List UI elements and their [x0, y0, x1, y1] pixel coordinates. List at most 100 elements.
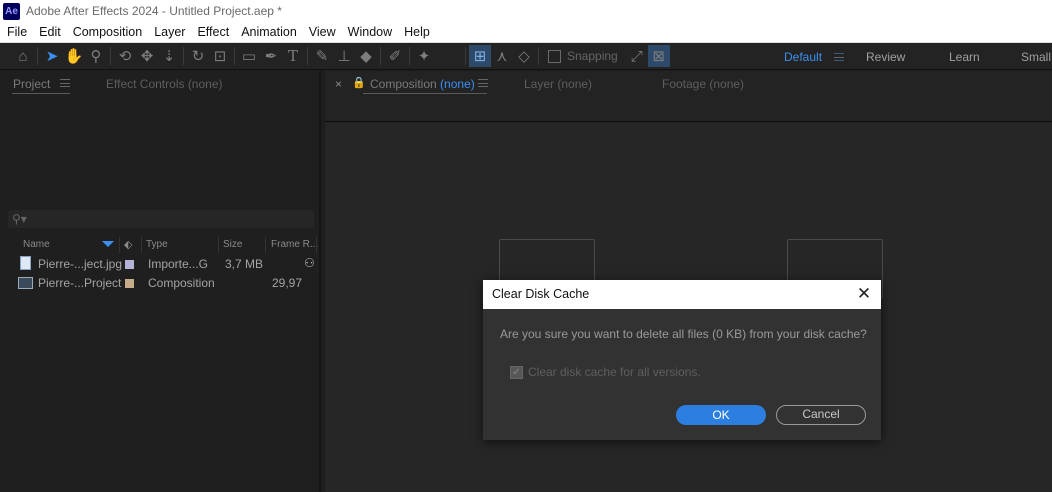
column-divider[interactable]: [141, 237, 142, 253]
menu-window[interactable]: Window: [342, 25, 398, 39]
clone-stamp-tool-icon[interactable]: ⊥: [333, 45, 355, 67]
workspace-menu-icon[interactable]: [834, 53, 844, 61]
item-name: Pierre-...Project: [38, 276, 122, 290]
toolbar-divider: [465, 47, 466, 65]
tab-composition[interactable]: Composition (none): [370, 77, 475, 91]
workspace-review[interactable]: Review: [866, 43, 905, 70]
column-divider[interactable]: [265, 237, 266, 253]
roto-brush-tool-icon[interactable]: ✐: [384, 45, 406, 67]
rectangle-tool-icon[interactable]: ▭: [238, 45, 260, 67]
zoom-tool-icon[interactable]: ⚲: [85, 45, 107, 67]
image-file-icon: [20, 256, 31, 270]
tab-underline: [363, 93, 487, 94]
panel-menu-icon[interactable]: [60, 79, 70, 87]
project-search-input[interactable]: ⚲▾: [8, 210, 314, 228]
toolbar-divider: [380, 47, 381, 65]
column-divider[interactable]: [119, 237, 120, 253]
label-color-swatch[interactable]: [125, 260, 134, 269]
project-item-row[interactable]: Pierre-...ject.jpg Importe...G 3,7 MB ⚇: [14, 255, 318, 274]
tools-toolbar: ⌂ ➤ ✋ ⚲ ⟲ ✥ ⇣ ↻ ⊡ ▭ ✒ T ✎ ⊥ ◆ ✐ ✦ ⊞ ⋏ ◇ …: [0, 43, 1052, 70]
project-panel: Project Effect Controls (none) ⚲▾ Name ⬖…: [0, 71, 321, 492]
anchor-point-tool-icon[interactable]: ⊡: [209, 45, 231, 67]
label-tag-icon[interactable]: ⬖: [124, 238, 132, 251]
tab-effect-controls[interactable]: Effect Controls (none): [106, 77, 223, 91]
close-icon[interactable]: ✕: [856, 285, 872, 302]
selection-tool-icon[interactable]: ➤: [41, 45, 63, 67]
search-icon: ⚲▾: [12, 212, 27, 226]
close-tab-icon[interactable]: ×: [335, 77, 342, 91]
flowchart-icon[interactable]: ⚇: [304, 256, 315, 270]
dolly-camera-icon[interactable]: ⇣: [158, 45, 180, 67]
menu-file[interactable]: File: [0, 25, 33, 39]
column-divider[interactable]: [316, 237, 317, 253]
toolbar-divider: [183, 47, 184, 65]
local-axis-mode-icon[interactable]: ⊞: [469, 45, 491, 67]
pen-tool-icon[interactable]: ✒: [260, 45, 282, 67]
world-axis-mode-icon[interactable]: ⋏: [491, 45, 513, 67]
window-title: Adobe After Effects 2024 - Untitled Proj…: [26, 4, 282, 18]
menu-animation[interactable]: Animation: [235, 25, 303, 39]
sort-arrow-icon[interactable]: [102, 241, 114, 247]
toolbar-divider: [234, 47, 235, 65]
tab-footage[interactable]: Footage (none): [662, 77, 744, 91]
menu-view[interactable]: View: [303, 25, 342, 39]
cancel-button[interactable]: Cancel: [776, 405, 866, 425]
toolbar-divider: [409, 47, 410, 65]
item-name: Pierre-...ject.jpg: [38, 257, 123, 271]
composition-icon: [18, 277, 33, 289]
column-divider[interactable]: [218, 237, 219, 253]
menu-effect[interactable]: Effect: [191, 25, 235, 39]
type-tool-icon[interactable]: T: [282, 45, 304, 67]
pan-camera-icon[interactable]: ✥: [136, 45, 158, 67]
view-axis-mode-icon[interactable]: ◇: [513, 45, 535, 67]
toolbar-divider: [110, 47, 111, 65]
puppet-tool-icon[interactable]: ✦: [413, 45, 435, 67]
label-color-swatch[interactable]: [125, 279, 134, 288]
item-type: Importe...G: [148, 257, 209, 271]
snapping-checkbox[interactable]: [548, 49, 561, 63]
clear-all-versions-checkbox[interactable]: ✓: [510, 366, 523, 379]
lock-icon[interactable]: 🔒: [352, 76, 366, 89]
column-type[interactable]: Type: [146, 237, 168, 253]
viewer-header-strip: [325, 97, 1052, 122]
panel-menu-icon[interactable]: [478, 79, 488, 87]
project-item-row[interactable]: Pierre-...Project Composition 29,97: [14, 274, 318, 293]
menu-layer[interactable]: Layer: [148, 25, 191, 39]
tab-project[interactable]: Project: [13, 77, 50, 91]
orbit-camera-icon[interactable]: ⟲: [114, 45, 136, 67]
home-icon[interactable]: ⌂: [12, 45, 34, 67]
rotation-tool-icon[interactable]: ↻: [187, 45, 209, 67]
snap-options-icon[interactable]: ⤢: [626, 45, 648, 67]
clear-disk-cache-dialog: Clear Disk Cache ✕ Are you sure you want…: [483, 280, 881, 440]
workspace-learn[interactable]: Learn: [949, 43, 980, 70]
toolbar-divider: [37, 47, 38, 65]
title-bar: Ae Adobe After Effects 2024 - Untitled P…: [0, 0, 1052, 22]
item-size: 3,7 MB: [225, 257, 264, 271]
menu-composition[interactable]: Composition: [67, 25, 148, 39]
item-type: Composition: [148, 276, 215, 290]
tab-underline: [12, 93, 70, 94]
tab-composition-value: (none): [440, 77, 475, 91]
checkbox-label: Clear disk cache for all versions.: [528, 365, 701, 379]
menu-help[interactable]: Help: [398, 25, 436, 39]
column-name[interactable]: Name: [23, 237, 50, 253]
dialog-title: Clear Disk Cache: [483, 280, 881, 309]
toolbar-divider: [307, 47, 308, 65]
workspace-default[interactable]: Default: [784, 43, 822, 70]
column-frame-rate[interactable]: Frame R...: [271, 237, 318, 253]
item-frame-rate: 29,97: [272, 276, 303, 290]
menu-edit[interactable]: Edit: [33, 25, 67, 39]
tab-composition-label: Composition: [370, 77, 437, 91]
menu-bar: File Edit Composition Layer Effect Anima…: [0, 22, 1052, 43]
dialog-message: Are you sure you want to delete all file…: [500, 327, 867, 341]
ok-button[interactable]: OK: [676, 405, 766, 425]
tab-layer[interactable]: Layer (none): [524, 77, 592, 91]
toolbar-divider: [538, 47, 539, 65]
workspace-small[interactable]: Small: [1021, 43, 1051, 70]
brush-tool-icon[interactable]: ✎: [311, 45, 333, 67]
column-size[interactable]: Size: [223, 237, 242, 253]
snapping-label: Snapping: [567, 49, 618, 63]
eraser-tool-icon[interactable]: ◆: [355, 45, 377, 67]
snap-grid-icon[interactable]: ⊠: [647, 45, 670, 67]
hand-tool-icon[interactable]: ✋: [63, 45, 85, 67]
